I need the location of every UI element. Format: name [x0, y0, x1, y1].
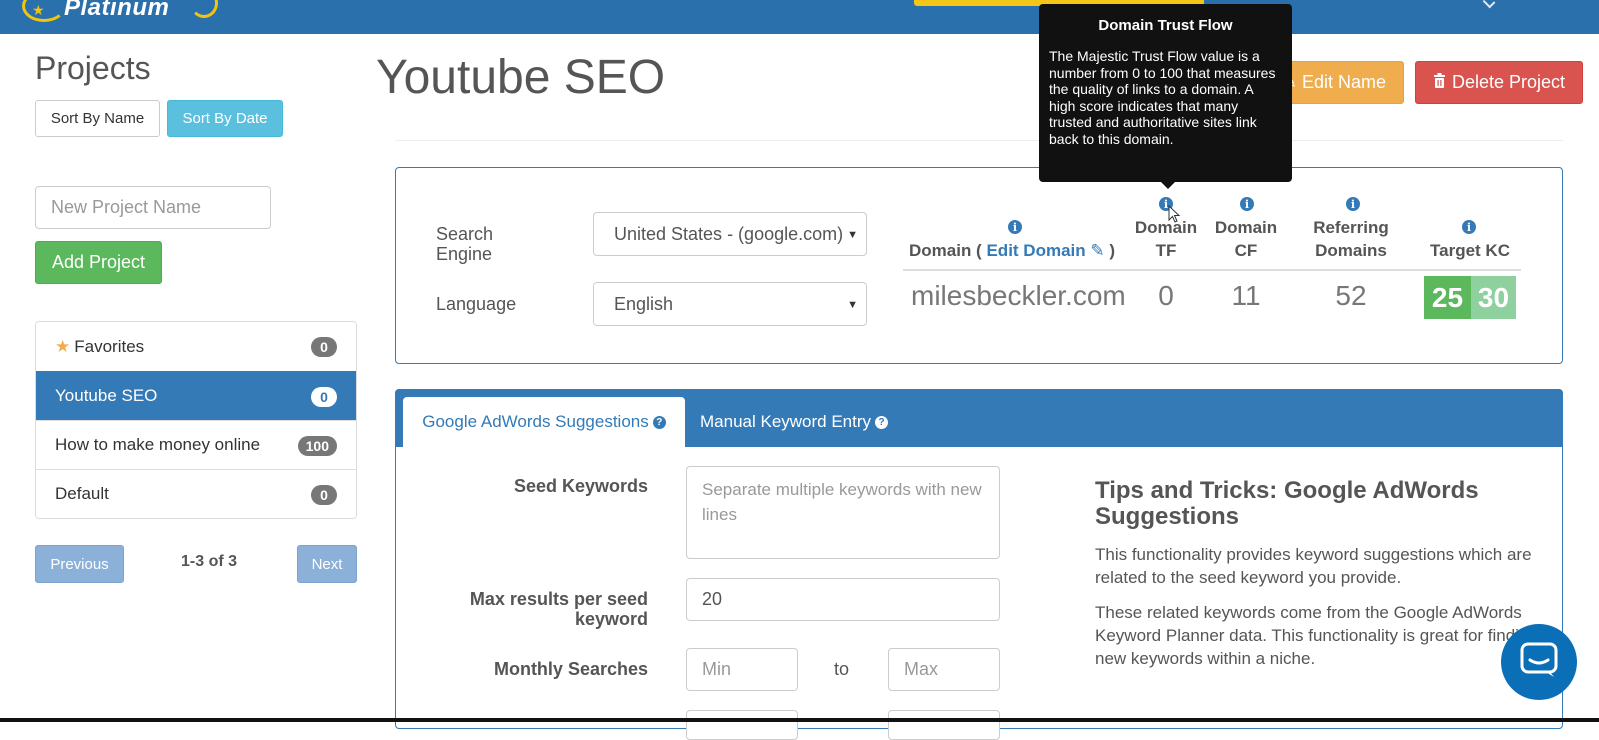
project-item-label: Default: [55, 484, 109, 503]
previous-page-button[interactable]: Previous: [35, 545, 124, 583]
domain-tf-header: Domain TF: [1134, 218, 1198, 260]
logo-star-icon: ★: [32, 2, 45, 18]
project-count-badge: 0: [311, 387, 337, 407]
dropdown-caret-icon: ▼: [847, 229, 858, 241]
project-item-label: Favorites: [74, 336, 145, 356]
sidebar-title: Projects: [35, 50, 151, 86]
search-engine-label: Search Engine: [436, 224, 494, 264]
referring-domains-info-icon[interactable]: i: [1346, 197, 1360, 211]
star-icon: ★: [55, 336, 71, 356]
divider: [395, 140, 1563, 141]
referring-domains-value: 52: [1335, 280, 1367, 311]
domain-cf-header: Domain CF: [1214, 218, 1278, 260]
language-value: English: [614, 293, 674, 314]
range-min-input[interactable]: [686, 710, 798, 740]
question-circle-icon[interactable]: ?: [652, 415, 666, 429]
delete-project-label: Delete Project: [1451, 72, 1566, 92]
tooltip-body: The Majestic Trust Flow value is a numbe…: [1049, 48, 1276, 147]
monthly-searches-min-input[interactable]: [686, 648, 798, 691]
target-kc-low-value: 25: [1424, 276, 1471, 319]
domain-cf-value: 11: [1231, 280, 1261, 311]
domain-info-icon[interactable]: i: [1008, 220, 1022, 234]
target-kc-info-icon[interactable]: i: [1462, 220, 1476, 234]
sort-by-date-button[interactable]: Sort By Date: [167, 100, 283, 137]
tab-label: Google AdWords Suggestions: [422, 412, 649, 431]
domain-column-header: Domain ( Edit Domain ✎ ): [909, 239, 1115, 262]
chat-launcher-button[interactable]: [1501, 624, 1577, 700]
chat-icon: [1520, 642, 1558, 683]
project-list: ★ Favorites 0 Youtube SEO 0 How to make …: [35, 321, 357, 519]
domain-header-suffix: ): [1109, 241, 1116, 260]
question-circle-icon[interactable]: ?: [875, 415, 889, 429]
domain-cf-info-icon[interactable]: i: [1240, 197, 1254, 211]
delete-project-button[interactable]: Delete Project: [1415, 61, 1583, 104]
language-select[interactable]: English ▼: [593, 282, 867, 326]
top-navbar: [0, 0, 1599, 34]
project-item-favorites[interactable]: ★ Favorites 0: [36, 322, 356, 371]
add-project-button[interactable]: Add Project: [35, 241, 162, 284]
domain-trust-flow-tooltip: Domain Trust Flow The Majestic Trust Flo…: [1039, 4, 1292, 182]
edit-domain-link[interactable]: Edit Domain ✎: [986, 241, 1104, 260]
referring-domains-header: Referring Domains: [1313, 218, 1389, 260]
target-kc-header: Target KC: [1430, 241, 1510, 260]
tab-google-adwords-suggestions[interactable]: Google AdWords Suggestions ?: [403, 397, 685, 447]
mouse-cursor-icon: [1168, 204, 1182, 230]
pencil-icon: ✎: [1090, 241, 1105, 260]
tab-label: Manual Keyword Entry: [700, 412, 872, 431]
tooltip-title: Domain Trust Flow: [1098, 17, 1233, 34]
seed-keywords-label: Seed Keywords: [513, 476, 648, 496]
dropdown-caret-icon: ▼: [847, 299, 858, 311]
project-count-badge: 0: [311, 485, 337, 505]
language-label: Language: [436, 294, 517, 314]
domain-tf-value: 0: [1158, 280, 1174, 311]
monthly-searches-max-input[interactable]: [888, 648, 1000, 691]
max-results-input[interactable]: [686, 578, 1000, 621]
tooltip-arrow: [1161, 182, 1175, 189]
bottom-edge: [0, 718, 1599, 722]
project-count-badge: 100: [297, 436, 337, 456]
trash-icon: [1433, 72, 1446, 93]
project-item-youtube-seo[interactable]: Youtube SEO 0: [36, 371, 356, 420]
table-header-divider: [903, 269, 1521, 271]
domain-value: milesbeckler.com: [911, 280, 1126, 311]
target-kc-high-value: 30: [1471, 276, 1516, 319]
range-to-label: to: [834, 659, 850, 679]
project-count-badge: 0: [311, 337, 337, 357]
project-item-label: Youtube SEO: [55, 386, 158, 405]
tips-paragraph: This functionality provides keyword sugg…: [1095, 545, 1532, 587]
search-engine-value: United States - (google.com): [614, 223, 844, 244]
brand-logo[interactable]: Platinum: [64, 0, 169, 22]
monthly-searches-label: Monthly Searches: [493, 659, 648, 679]
seed-keywords-textarea[interactable]: [686, 466, 1000, 559]
range-max-input[interactable]: [888, 710, 1000, 740]
tips-title: Tips and Tricks: Google AdWords Suggesti…: [1095, 477, 1479, 530]
project-item-how-to-make-money-online[interactable]: How to make money online 100: [36, 420, 356, 469]
tab-manual-keyword-entry[interactable]: Manual Keyword Entry ?: [700, 397, 920, 447]
sort-by-name-button[interactable]: Sort By Name: [35, 100, 160, 137]
project-item-default[interactable]: Default 0: [36, 469, 356, 518]
tips-paragraph: These related keywords come from the Goo…: [1095, 603, 1538, 668]
project-settings-panel: [395, 167, 1563, 364]
new-project-name-input[interactable]: [35, 186, 271, 229]
edit-domain-label: Edit Domain: [986, 241, 1086, 260]
project-item-label: How to make money online: [55, 435, 261, 454]
pagination-info: 1-3 of 3: [181, 553, 238, 570]
page-title: Youtube SEO: [376, 51, 666, 104]
domain-header-label: Domain (: [909, 241, 982, 260]
max-results-label: Max results per seed keyword: [469, 589, 648, 629]
edit-name-label: Edit Name: [1302, 72, 1387, 92]
next-page-button[interactable]: Next: [297, 545, 357, 583]
search-engine-select[interactable]: United States - (google.com) ▼: [593, 212, 867, 256]
